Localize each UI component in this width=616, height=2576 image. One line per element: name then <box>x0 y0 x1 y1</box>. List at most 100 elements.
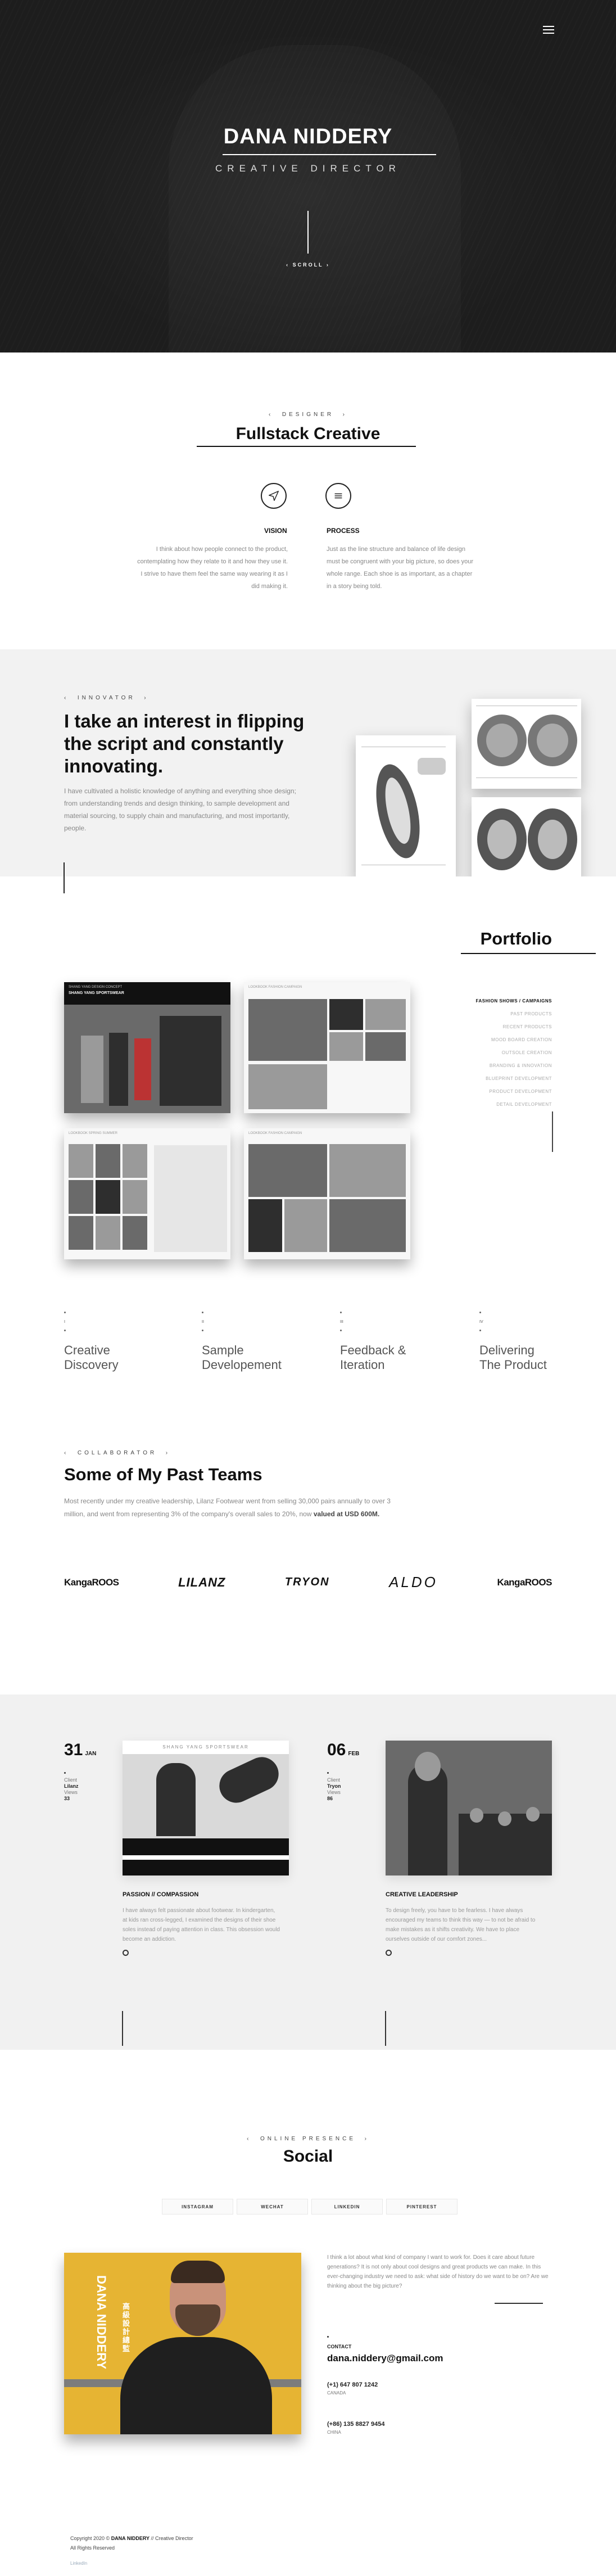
post-day: 31 <box>64 1741 83 1759</box>
menu-lines-icon <box>325 483 351 509</box>
portfolio-card-grocery[interactable]: LOOKBOOK FASHION CAMPAIGN <box>244 1128 410 1259</box>
contact-email[interactable]: dana.niddery@gmail.com <box>327 2353 443 2364</box>
post-image[interactable]: SHANG YANG SPORTSWEAR <box>123 1741 289 1875</box>
social-eyebrow: ‹ ONLINE PRESENCE › <box>247 2136 369 2142</box>
views-label: Views <box>327 1789 341 1795</box>
post-image[interactable] <box>386 1741 552 1875</box>
portfolio-nav-item[interactable]: PRODUCT DEVELOPMENT <box>476 1085 552 1098</box>
step-number: III <box>340 1320 343 1324</box>
card-caption: LOOKBOOK SPRING SUMMER <box>69 1132 118 1135</box>
hero-name: DANA NIDDERY <box>223 125 393 148</box>
portfolio-nav-item[interactable]: MOOD BOARD CREATION <box>476 1033 552 1046</box>
process-text: Just as the line structure and balance o… <box>327 546 474 590</box>
designer-eyebrow: ‹ DESIGNER › <box>268 412 347 418</box>
contact-block: I think a lot about what kind of company… <box>327 2253 552 2435</box>
step-label: Feedback & Iteration <box>340 1343 406 1372</box>
post-month: FEB <box>348 1751 360 1757</box>
tryon-logo: TRYON <box>284 1576 330 1588</box>
portfolio-section: Portfolio SHANG YANG DESIGN CONCEPT SHAN… <box>0 862 616 1447</box>
rights: All Rights Reserved <box>70 2545 115 2551</box>
wechat-button[interactable]: WECHAT <box>237 2199 308 2215</box>
portfolio-nav-item[interactable]: RECENT PRODUCTS <box>476 1020 552 1033</box>
portfolio-underline <box>461 953 596 954</box>
post-date: 31 JAN <box>64 1741 96 1760</box>
copyright-suffix: // Creative Director <box>151 2536 193 2541</box>
post-day: 06 <box>327 1741 346 1759</box>
linkedin-link[interactable]: LinkedIn <box>70 2561 87 2566</box>
country-china: CHINA <box>327 2430 341 2435</box>
brand-logos: KangaROOS LILANZ TRYON ALDO KangaROOS <box>64 1574 552 1591</box>
phone-china[interactable]: (+86) 135 8827 9454 <box>327 2421 384 2428</box>
portfolio-nav-item[interactable]: BRANDING & INNOVATION <box>476 1059 552 1072</box>
blog-divider <box>122 2011 123 2046</box>
portfolio-nav-item[interactable]: PAST PRODUCTS <box>476 1007 552 1020</box>
footer: Copyright 2020 © DANA NIDDERY // Creativ… <box>0 2536 616 2576</box>
read-more-icon[interactable] <box>123 1950 129 1956</box>
scroll-label: SCROLL <box>292 262 324 268</box>
post-image-header: SHANG YANG SPORTSWEAR <box>123 1741 289 1754</box>
portrait-chinese-title: 高級設計總監 <box>123 2302 130 2353</box>
designer-eyebrow-label: DESIGNER <box>282 412 334 418</box>
country-canada: CANADA <box>327 2390 346 2396</box>
portfolio-card-fashion-show[interactable]: SHANG YANG DESIGN CONCEPT SHANG YANG SPO… <box>64 982 230 1113</box>
teams-section: ‹ COLLABORATOR › Some of My Past Teams M… <box>0 1447 616 1694</box>
post-meta: Client Tryon Views 86 <box>327 1772 341 1802</box>
copyright-name: DANA NIDDERY <box>111 2536 150 2541</box>
post-meta: Client Lilanz Views 33 <box>64 1772 79 1802</box>
teams-eyebrow: ‹ COLLABORATOR › <box>64 1450 171 1456</box>
step-label: Delivering The Product <box>479 1343 547 1372</box>
teams-text-highlight: valued at USD 600M. <box>313 1510 380 1518</box>
contact-divider <box>495 2303 543 2304</box>
process-step-2: II Sample Developement <box>202 1306 282 1372</box>
portfolio-card-campaign-car[interactable]: LOOKBOOK FASHION CAMPAIGN <box>244 982 410 1113</box>
copyright: Copyright 2020 © DANA NIDDERY // Creativ… <box>70 2536 193 2541</box>
shoe-sketch-outsole-bottom <box>472 797 581 882</box>
views-value: 33 <box>64 1796 70 1801</box>
portfolio-nav-item[interactable]: OUTSOLE CREATION <box>476 1046 552 1059</box>
views-label: Views <box>64 1789 78 1795</box>
hero-role: CREATIVE DIRECTOR <box>215 163 401 174</box>
innovator-section: ‹ INNOVATOR › I take an interest in flip… <box>0 649 616 882</box>
teams-eyebrow-label: COLLABORATOR <box>77 1450 157 1456</box>
social-buttons: INSTAGRAM WECHAT LINKEDIN PINTEREST <box>162 2199 458 2215</box>
teams-title: Some of My Past Teams <box>64 1465 262 1484</box>
portrait-name: DANA NIDDERY <box>94 2275 108 2370</box>
portfolio-nav-item[interactable]: DETAIL DEVELOPMENT <box>476 1098 552 1111</box>
phone-canada[interactable]: (+1) 647 807 1242 <box>327 2381 378 2388</box>
hamburger-menu-icon[interactable] <box>543 26 554 34</box>
shoe-sketch-side <box>356 735 456 879</box>
post-excerpt: I have always felt passionate about foot… <box>123 1908 280 1942</box>
social-title: Social <box>283 2147 333 2166</box>
client-value: Lilanz <box>64 1783 79 1789</box>
pinterest-button[interactable]: PINTEREST <box>386 2199 458 2215</box>
post-date: 06 FEB <box>327 1741 359 1760</box>
designer-underline <box>197 446 416 447</box>
post-title[interactable]: PASSION // COMPASSION <box>123 1891 198 1898</box>
hero-divider <box>307 211 309 254</box>
scroll-link[interactable]: ‹ SCROLL › <box>0 262 616 268</box>
step-number: I <box>64 1320 65 1324</box>
step-number: II <box>202 1320 204 1324</box>
paper-plane-icon <box>261 483 287 509</box>
post-excerpt: To design freely, you have to be fearles… <box>386 1908 536 1942</box>
card-caption: SHANG YANG DESIGN CONCEPT <box>69 986 123 989</box>
portfolio-card-lookbook[interactable]: LOOKBOOK SPRING SUMMER <box>64 1128 230 1259</box>
process-step-4: IV Delivering The Product <box>479 1306 547 1372</box>
designer-title: Fullstack Creative <box>235 424 381 443</box>
vision-text: I think about how people connect to the … <box>137 546 288 590</box>
vision-label: VISION <box>264 527 287 535</box>
card-caption: LOOKBOOK FASHION CAMPAIGN <box>248 1132 302 1135</box>
instagram-button[interactable]: INSTAGRAM <box>162 2199 233 2215</box>
portfolio-divider-left <box>64 862 65 893</box>
portfolio-nav-item[interactable]: BLUEPRINT DEVELOPMENT <box>476 1072 552 1085</box>
read-more-icon[interactable] <box>386 1950 392 1956</box>
post-title[interactable]: CREATIVE LEADERSHIP <box>386 1891 458 1898</box>
step-number: IV <box>479 1320 483 1324</box>
linkedin-button[interactable]: LINKEDIN <box>311 2199 383 2215</box>
client-label: Client <box>64 1777 78 1783</box>
card-headline: SHANG YANG SPORTSWEAR <box>69 991 124 995</box>
copyright-prefix: Copyright 2020 © <box>70 2536 110 2541</box>
client-label: Client <box>327 1777 341 1783</box>
portfolio-title: Portfolio <box>480 929 552 948</box>
portfolio-nav-item[interactable]: FASHION SHOWS / CAMPAIGNS <box>476 995 552 1007</box>
